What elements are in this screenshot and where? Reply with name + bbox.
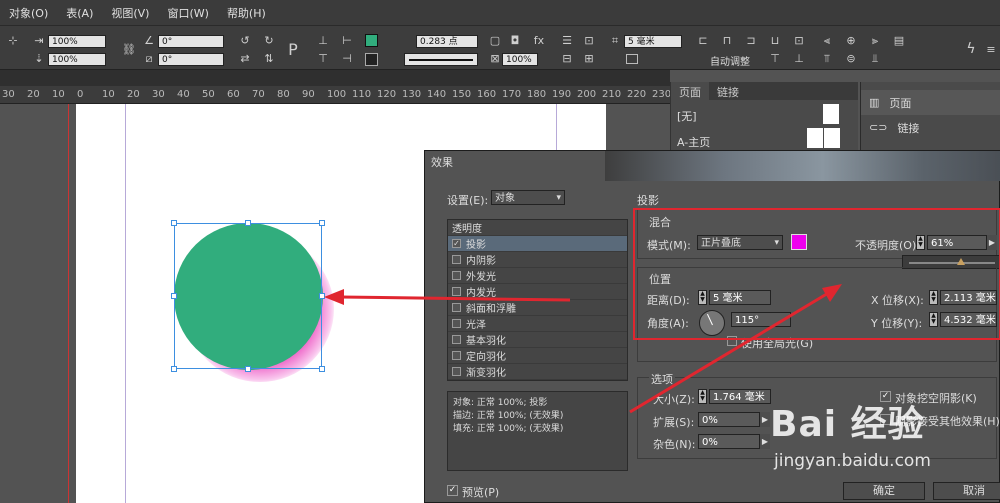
arrow-to-circle-head <box>324 289 344 305</box>
arrow-to-box-line <box>629 290 831 414</box>
watermark-brand: Bai 经验 <box>770 404 925 445</box>
watermark-url: jingyan.baidu.com <box>774 451 931 471</box>
arrow-to-circle-line <box>339 295 571 302</box>
baidu-watermark: Bai 经验 jingyan.baidu.com <box>770 395 995 500</box>
arrow-to-box-head <box>822 284 842 302</box>
